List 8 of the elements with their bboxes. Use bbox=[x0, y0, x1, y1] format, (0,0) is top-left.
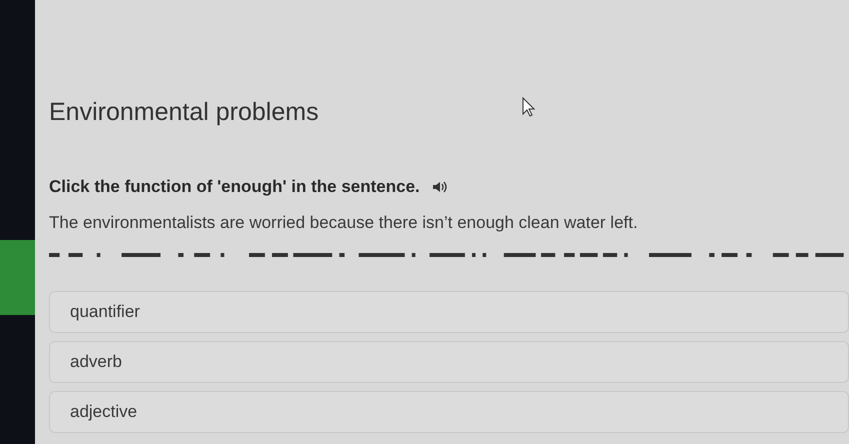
cursor-icon bbox=[522, 97, 536, 117]
speaker-icon[interactable] bbox=[432, 180, 448, 194]
lesson-title: Environmental problems bbox=[49, 97, 319, 128]
answer-option[interactable]: adjective bbox=[49, 391, 849, 433]
answer-option[interactable]: adverb bbox=[49, 341, 849, 383]
question-prompt: Click the function of 'enough' in the sentence. bbox=[49, 176, 420, 198]
sentence: The environmentalists are worried because there isn’t enough clean water left. bbox=[49, 212, 639, 234]
answer-option[interactable]: quantifier bbox=[49, 291, 849, 333]
